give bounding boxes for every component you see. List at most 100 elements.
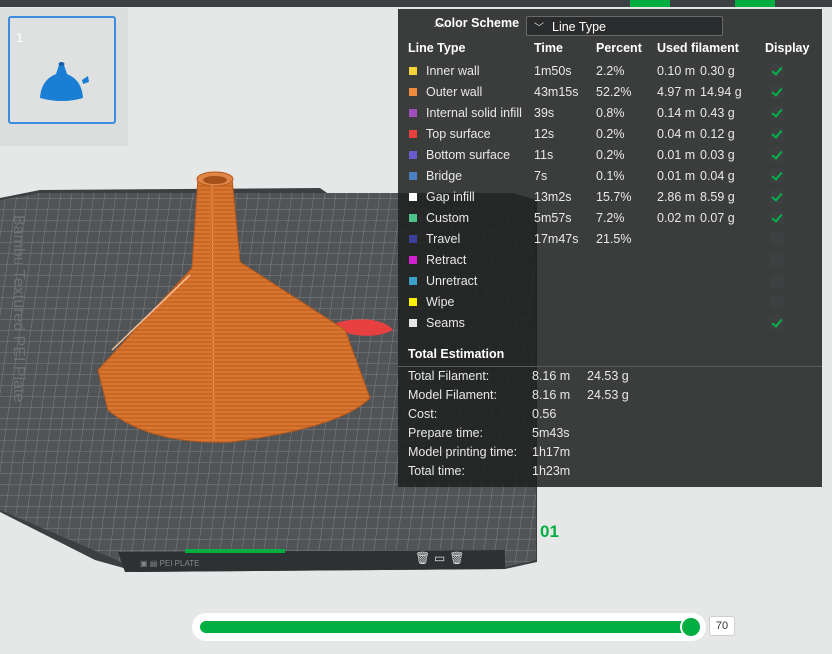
line-type-time: 17m47s: [534, 232, 579, 246]
line-type-label: Gap infill: [426, 190, 475, 204]
line-type-weight: 0.04 g: [700, 169, 735, 183]
line-type-row: Bottom surface 11s 0.2% 0.01 m 0.03 g: [398, 145, 822, 166]
line-type-time: 11s: [534, 148, 554, 162]
color-scheme-select[interactable]: ﹀ Line Type: [526, 16, 723, 36]
layer-slider[interactable]: [192, 613, 706, 641]
line-type-length: 0.04 m: [657, 127, 696, 141]
total-label: Model printing time:: [408, 445, 518, 459]
line-type-length: 4.97 m: [657, 85, 696, 99]
display-checkbox[interactable]: [770, 211, 784, 225]
line-type-percent: 7.2%: [596, 211, 625, 225]
line-type-percent: 0.2%: [596, 127, 625, 141]
line-type-length: 0.01 m: [657, 169, 696, 183]
line-type-row: Internal solid infill 39s 0.8% 0.14 m 0.43 g: [398, 103, 822, 124]
line-type-label: Retract: [426, 253, 467, 267]
total-value: 8.16 m: [532, 369, 571, 383]
line-type-swatch: [409, 109, 417, 117]
line-type-swatch: [409, 151, 417, 159]
line-type-label: Internal solid infill: [426, 106, 522, 120]
total-label: Total time:: [408, 464, 465, 478]
line-type-weight: 14.94 g: [700, 85, 742, 99]
display-checkbox[interactable]: [770, 106, 784, 120]
line-type-weight: 0.07 g: [700, 211, 735, 225]
total-value-secondary: 24.53 g: [587, 388, 629, 402]
total-label: Cost:: [408, 407, 438, 421]
plate-brand-text: Bambu Textured PEI Plate: [10, 215, 27, 402]
line-type-row: Seams: [398, 313, 822, 334]
line-type-row: Custom 5m57s 7.2% 0.02 m 0.07 g: [398, 208, 822, 229]
total-value: 8.16 m: [532, 388, 571, 402]
line-type-label: Seams: [426, 316, 465, 330]
line-type-swatch: [409, 298, 417, 306]
line-type-row: Retract: [398, 250, 822, 271]
total-value: 0.56: [532, 407, 557, 421]
line-type-time: 1m50s: [534, 64, 572, 78]
line-type-label: Bottom surface: [426, 148, 511, 162]
line-type-percent: 0.1%: [596, 169, 625, 183]
line-type-swatch: [409, 277, 417, 285]
plate-tool-icons[interactable]: 🗑 ▭ 🗑: [415, 551, 464, 565]
total-row: Cost: 0.56: [398, 406, 822, 425]
column-line-type: Line Type: [408, 41, 466, 55]
line-type-percent: 0.2%: [596, 148, 625, 162]
line-type-time: 12s: [534, 127, 555, 141]
line-type-time: 13m2s: [534, 190, 572, 204]
line-type-weight: 0.43 g: [700, 106, 735, 120]
line-type-weight: 0.03 g: [700, 148, 735, 162]
line-type-label: Wipe: [426, 295, 455, 309]
line-type-percent: 21.5%: [596, 232, 632, 246]
chevron-down-icon: ﹀: [534, 23, 544, 34]
display-checkbox[interactable]: [770, 127, 784, 141]
total-value-secondary: 24.53 g: [587, 369, 629, 383]
line-type-row: Inner wall 1m50s 2.2% 0.10 m 0.30 g: [398, 61, 822, 82]
panel-title: Color Scheme: [435, 16, 520, 30]
line-type-swatch: [409, 88, 417, 96]
display-checkbox[interactable]: [770, 316, 784, 330]
total-label: Prepare time:: [408, 426, 484, 440]
plate-label: 01: [540, 522, 559, 541]
line-type-row: Travel 17m47s 21.5%: [398, 229, 822, 250]
layer-slider-handle[interactable]: [680, 616, 702, 638]
line-type-row: Top surface 12s 0.2% 0.04 m 0.12 g: [398, 124, 822, 145]
line-type-swatch: [409, 256, 417, 264]
total-label: Total Filament:: [408, 369, 490, 383]
display-checkbox[interactable]: [770, 232, 784, 246]
color-scheme-value: Line Type: [552, 20, 606, 34]
column-percent: Percent: [596, 41, 642, 55]
color-scheme-panel: ︿ Color Scheme ﹀ Line Type Line Type Tim…: [398, 9, 822, 487]
display-checkbox[interactable]: [770, 253, 784, 267]
line-type-swatch: [409, 193, 417, 201]
line-type-length: 0.02 m: [657, 211, 696, 225]
display-checkbox[interactable]: [770, 190, 784, 204]
total-value: 1h23m: [532, 464, 571, 478]
total-value: 5m43s: [532, 426, 570, 440]
line-type-label: Travel: [426, 232, 461, 246]
display-checkbox[interactable]: [770, 148, 784, 162]
line-type-time: 43m15s: [534, 85, 579, 99]
line-type-weight: 8.59 g: [700, 190, 735, 204]
divider: [398, 366, 822, 367]
line-type-label: Bridge: [426, 169, 463, 183]
line-type-label: Top surface: [426, 127, 491, 141]
line-type-percent: 52.2%: [596, 85, 632, 99]
display-checkbox[interactable]: [770, 295, 784, 309]
display-checkbox[interactable]: [770, 169, 784, 183]
display-checkbox[interactable]: [770, 274, 784, 288]
line-type-label: Outer wall: [426, 85, 483, 99]
line-type-time: 5m57s: [534, 211, 572, 225]
line-type-label: Custom: [426, 211, 470, 225]
line-type-length: 2.86 m: [657, 190, 696, 204]
line-type-row: Unretract: [398, 271, 822, 292]
total-row: Prepare time: 5m43s: [398, 425, 822, 444]
line-type-percent: 2.2%: [596, 64, 625, 78]
display-checkbox[interactable]: [770, 64, 784, 78]
layer-slider-value: 70: [709, 616, 735, 636]
total-row: Total Filament: 8.16 m 24.53 g: [398, 368, 822, 387]
line-type-weight: 0.12 g: [700, 127, 735, 141]
line-type-percent: 0.8%: [596, 106, 625, 120]
panel-header: ︿ Color Scheme ﹀ Line Type: [398, 9, 822, 37]
line-type-swatch: [409, 130, 417, 138]
display-checkbox[interactable]: [770, 85, 784, 99]
total-row: Total time: 1h23m: [398, 463, 822, 482]
line-type-length: 0.14 m: [657, 106, 696, 120]
